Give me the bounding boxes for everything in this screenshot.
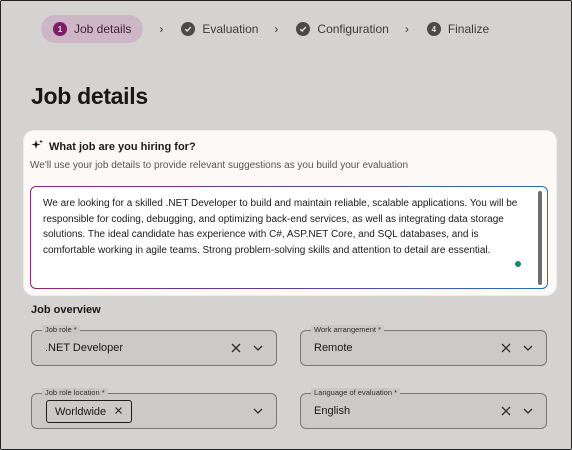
card-heading: What job are you hiring for? (49, 140, 196, 153)
hiring-card: What job are you hiring for? We'll use y… (24, 131, 556, 295)
sparkle-icon (31, 139, 43, 154)
card-subtext: We'll use your job details to provide re… (30, 160, 409, 171)
job-description-textarea[interactable]: We are looking for a skilled .NET Develo… (30, 186, 548, 289)
app-window: 1 Job details › Evaluation › Configurati… (0, 0, 572, 450)
job-description-text: We are looking for a skilled .NET Develo… (43, 198, 518, 256)
status-dot (515, 261, 521, 267)
scrollbar[interactable] (538, 191, 542, 285)
